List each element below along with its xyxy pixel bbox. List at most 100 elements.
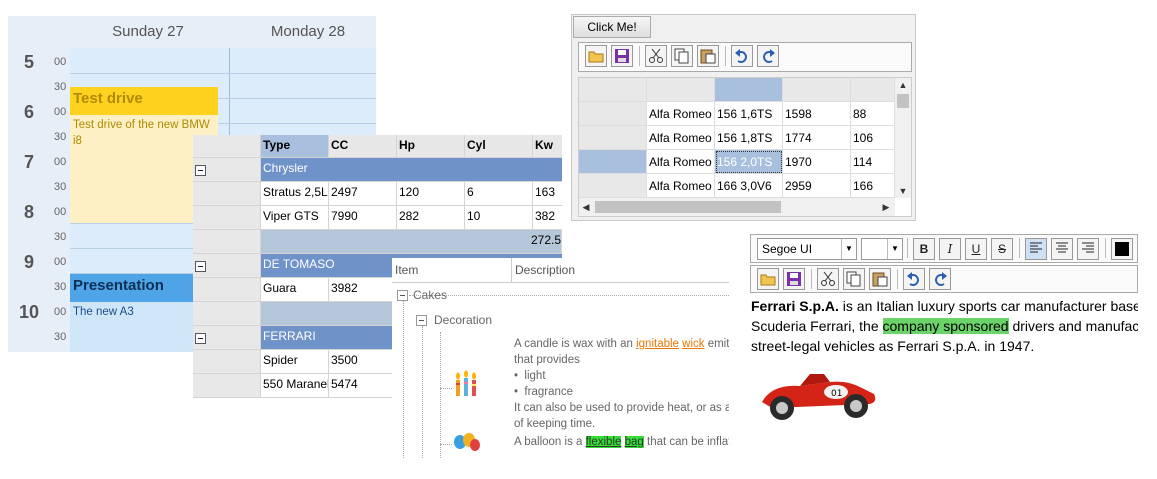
- column-header[interactable]: [783, 78, 851, 102]
- align-right-icon[interactable]: [1077, 238, 1099, 260]
- scroll-right-icon[interactable]: ▶: [879, 198, 893, 216]
- collapse-icon[interactable]: [195, 333, 206, 344]
- save-icon[interactable]: [611, 45, 633, 67]
- paste-icon[interactable]: [697, 45, 719, 67]
- cell[interactable]: 163: [533, 182, 562, 206]
- cut-icon[interactable]: [645, 45, 667, 67]
- cell[interactable]: 3982: [329, 278, 397, 302]
- cell[interactable]: 166: [851, 174, 895, 198]
- undo-icon[interactable]: [731, 45, 753, 67]
- editor-text-line[interactable]: Ferrari S.p.A. is an Italian luxury spor…: [751, 296, 1138, 316]
- minute-label: 00: [54, 56, 67, 68]
- bold-button[interactable]: B: [913, 238, 935, 260]
- cell[interactable]: 156 1,6TS: [715, 102, 783, 126]
- tree-node-cakes[interactable]: Cakes: [413, 288, 447, 302]
- candle-description-line: that provides: [514, 354, 580, 366]
- scroll-up-icon[interactable]: ▲: [895, 78, 911, 92]
- underline-button[interactable]: U: [965, 238, 987, 260]
- column-header-cc[interactable]: CC: [329, 135, 397, 158]
- svg-text:01: 01: [831, 389, 842, 399]
- align-left-icon[interactable]: [1025, 238, 1047, 260]
- cell[interactable]: Guara: [261, 278, 329, 302]
- align-center-icon[interactable]: [1051, 238, 1073, 260]
- row-indicator-selected: [579, 150, 647, 174]
- cell[interactable]: 5474: [329, 374, 397, 398]
- strikethrough-button[interactable]: S: [991, 238, 1013, 260]
- cell[interactable]: 382: [533, 206, 562, 230]
- column-header[interactable]: [851, 78, 895, 102]
- text-color-button[interactable]: [1111, 238, 1133, 260]
- editor-text-line[interactable]: Scuderia Ferrari, the company sponsored …: [751, 316, 1138, 336]
- scroll-down-icon[interactable]: ▼: [895, 184, 911, 198]
- collapse-icon[interactable]: [195, 165, 206, 176]
- save-icon[interactable]: [783, 268, 805, 290]
- cell[interactable]: 10: [465, 206, 533, 230]
- editor-text-line[interactable]: street-legal vehicles as Ferrari S.p.A. …: [751, 336, 1034, 356]
- hour-label: 6: [23, 102, 34, 122]
- collapse-icon[interactable]: [195, 261, 206, 272]
- redo-icon[interactable]: [929, 268, 951, 290]
- cell[interactable]: 2497: [329, 182, 397, 206]
- cut-icon[interactable]: [817, 268, 839, 290]
- cell[interactable]: Spider: [261, 350, 329, 374]
- cell[interactable]: Alfa Romeo: [647, 102, 715, 126]
- cell[interactable]: Alfa Romeo: [647, 126, 715, 150]
- column-header-cyl[interactable]: Cyl: [465, 135, 533, 158]
- cell[interactable]: 6: [465, 182, 533, 206]
- column-header[interactable]: [715, 78, 783, 102]
- cell[interactable]: 156 1,8TS: [715, 126, 783, 150]
- italic-button[interactable]: I: [939, 238, 961, 260]
- cell[interactable]: 1774: [783, 126, 851, 150]
- candle-bullet: • light: [514, 370, 546, 382]
- copy-icon[interactable]: [671, 45, 693, 67]
- cell[interactable]: 1970: [783, 150, 851, 174]
- undo-icon[interactable]: [903, 268, 925, 290]
- cell[interactable]: Stratus 2,5L: [261, 182, 329, 206]
- cell[interactable]: 282: [397, 206, 465, 230]
- redo-icon[interactable]: [757, 45, 779, 67]
- open-folder-icon[interactable]: [585, 45, 607, 67]
- hour-label: 10: [18, 302, 40, 322]
- tree-node-decoration[interactable]: Decoration: [434, 313, 492, 327]
- cell-selected[interactable]: 156 2,0TS: [715, 150, 783, 174]
- cell[interactable]: 88: [851, 102, 895, 126]
- cell[interactable]: 3500: [329, 350, 397, 374]
- cell[interactable]: 120: [397, 182, 465, 206]
- group-header-chrysler[interactable]: Chrysler: [261, 158, 562, 182]
- cell[interactable]: Alfa Romeo: [647, 174, 715, 198]
- column-header-kw[interactable]: Kw: [533, 135, 562, 158]
- candle-description-line: It can also be used to provide heat, or …: [514, 402, 729, 414]
- scroll-thumb[interactable]: [595, 201, 781, 213]
- cell[interactable]: 106: [851, 126, 895, 150]
- scroll-thumb[interactable]: [897, 94, 909, 108]
- column-header[interactable]: [647, 78, 715, 102]
- font-size-select[interactable]: ▼: [861, 238, 903, 260]
- open-folder-icon[interactable]: [757, 268, 779, 290]
- cell[interactable]: 7990: [329, 206, 397, 230]
- hour-label: 9: [23, 252, 34, 272]
- click-me-button[interactable]: Click Me!: [573, 16, 651, 38]
- cell[interactable]: 2959: [783, 174, 851, 198]
- cell[interactable]: Alfa Romeo: [647, 150, 715, 174]
- edit-toolbar: [750, 265, 1138, 293]
- column-header-item[interactable]: Item: [392, 258, 512, 283]
- cell[interactable]: Viper GTS: [261, 206, 329, 230]
- collapse-icon[interactable]: [397, 290, 408, 301]
- tree-list: Item Description Cakes Decoration A cand…: [392, 258, 729, 458]
- vertical-scrollbar[interactable]: ▲ ▼: [895, 78, 911, 198]
- row-indicator: [193, 206, 261, 230]
- horizontal-scrollbar[interactable]: ◀ ▶: [579, 198, 895, 216]
- collapse-icon[interactable]: [416, 315, 427, 326]
- font-name-select[interactable]: Segoe UI ▼: [757, 238, 857, 260]
- cell[interactable]: 550 Maranello: [261, 374, 329, 398]
- scroll-left-icon[interactable]: ◀: [579, 198, 593, 216]
- copy-icon[interactable]: [843, 268, 865, 290]
- paste-icon[interactable]: [869, 268, 891, 290]
- cell[interactable]: 1598: [783, 102, 851, 126]
- column-header-hp[interactable]: Hp: [397, 135, 465, 158]
- column-header-type[interactable]: Type: [261, 135, 329, 158]
- column-header-description[interactable]: Description: [512, 258, 729, 283]
- cell[interactable]: 166 3,0V6: [715, 174, 783, 198]
- balloons-icon: [454, 433, 480, 451]
- cell[interactable]: 114: [851, 150, 895, 174]
